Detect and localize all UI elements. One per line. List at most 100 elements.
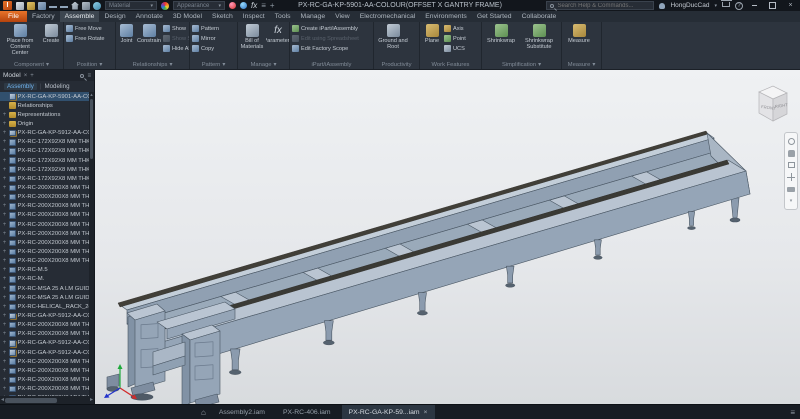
tree-item[interactable]: + PX-RC-MSA 25 A LM GUIDE FOR G [0, 284, 89, 293]
shrinkwrap-button[interactable]: Shrinkwrap [484, 24, 518, 44]
get-started[interactable]: Get Started [472, 11, 517, 22]
expand-icon[interactable]: + [2, 350, 7, 356]
sketch[interactable]: Sketch [207, 11, 238, 22]
free-move-button[interactable]: Free Move [66, 24, 105, 33]
tree-item[interactable]: + Representations [0, 110, 89, 119]
expand-icon[interactable]: + [2, 368, 7, 374]
expand-icon[interactable]: + [2, 148, 7, 154]
new-document-icon[interactable] [16, 2, 24, 10]
expand-icon[interactable]: + [2, 130, 7, 136]
view-assembly[interactable]: Assembly [4, 83, 37, 90]
place-from-content-center-button[interactable]: Place from Content Center [2, 24, 38, 56]
view-modeling[interactable]: Modeling [44, 83, 69, 90]
tree-item[interactable]: + PX-RC-M. [0, 275, 89, 284]
tree-item[interactable]: + PX-RC-200X200X8 MM THK SQ PIP [0, 321, 89, 330]
tree-item[interactable]: Relationships [0, 101, 89, 110]
minimize-button[interactable] [748, 0, 761, 11]
expand-icon[interactable]: + [2, 386, 7, 392]
design[interactable]: Design [99, 11, 130, 22]
panel-label-work-features[interactable]: Work Features [420, 60, 481, 69]
appearance-swatch-red-icon[interactable] [229, 2, 236, 9]
expand-icon[interactable]: + [2, 212, 7, 218]
expand-icon[interactable]: + [2, 240, 7, 246]
file[interactable]: File [0, 11, 27, 22]
tree-item[interactable]: + PX-RC-200X200X8 MM THK SQ PIP [0, 220, 89, 229]
copy-button[interactable]: Copy [192, 44, 219, 53]
navbar-more-icon[interactable]: ▾ [787, 197, 795, 205]
gantry-frame-model[interactable] [95, 70, 800, 404]
tree-item[interactable]: + PX-RC-GA-KP-5912-AA-COLOUR( [0, 311, 89, 320]
inventor-logo-icon[interactable]: I [3, 1, 12, 10]
chevron-down-icon[interactable]: ▾ [714, 3, 717, 9]
restore-button[interactable] [766, 0, 779, 11]
parameters-fx-icon[interactable]: fx [251, 2, 257, 10]
expand-icon[interactable]: + [2, 167, 7, 173]
tree-item[interactable]: + PX-RC-200X200X8 MM THK SQ PIP [0, 229, 89, 238]
tree-item[interactable]: + PX-RC-172X92X8 MM THK SQ PIPE [0, 147, 89, 156]
content-center-icon[interactable] [93, 2, 101, 10]
expand-icon[interactable]: + [2, 121, 7, 127]
expand-icon[interactable]: + [2, 313, 7, 319]
expand-icon[interactable]: + [2, 203, 7, 209]
expand-icon[interactable]: + [2, 267, 7, 273]
tree-item[interactable]: + PX-RC-GA-KP-5912-AA-COLOUR( [0, 339, 89, 348]
tree-item[interactable]: + PX-RC-200X200X8 MM THK SQ PIP [0, 193, 89, 202]
browser-tab-model[interactable]: Model [3, 72, 21, 79]
material-dropdown[interactable]: Material ▾ [105, 1, 157, 10]
expand-icon[interactable]: + [2, 304, 7, 310]
tree-item[interactable]: + PX-RC-200X200X8 MM THK SQ PIP [0, 330, 89, 339]
plane-button[interactable]: Plane [422, 24, 442, 44]
ucs-button[interactable]: UCS [444, 44, 466, 53]
browser-search-icon[interactable] [80, 74, 84, 78]
tree-item[interactable]: + PX-RC-200X200X8 MM THK SQ PIP [0, 238, 89, 247]
scroll-right-icon[interactable]: ▸ [90, 396, 93, 404]
open-folder-icon[interactable] [27, 2, 35, 10]
panel-label-component[interactable]: Component▾ [0, 60, 63, 69]
appearance-swatch-blue-icon[interactable] [240, 2, 247, 9]
parameters-button[interactable]: fx Parameters [266, 24, 289, 44]
app-store-cart-icon[interactable] [722, 2, 730, 7]
tree-item[interactable]: + PX-RC-200X200X8 MM THK SQ PIP [0, 211, 89, 220]
expand-icon[interactable]: + [2, 295, 7, 301]
expand-icon[interactable]: + [2, 112, 7, 118]
save-icon[interactable] [38, 2, 46, 10]
scroll-thumb[interactable] [5, 398, 57, 403]
navigation-wheel-icon[interactable] [787, 137, 795, 145]
expand-icon[interactable]: + [2, 322, 7, 328]
scroll-thumb[interactable] [90, 99, 93, 159]
expand-icon[interactable]: + [2, 185, 7, 191]
viewport[interactable]: FRONT RIGHT ▾ [95, 70, 800, 404]
panel-label-ipart-iassembly[interactable]: iPart/iAssembly [290, 60, 373, 69]
create-component-button[interactable]: Create [40, 24, 62, 44]
axis-button[interactable]: Axis [444, 24, 466, 33]
scroll-left-icon[interactable]: ◂ [1, 396, 4, 404]
orbit-icon[interactable] [787, 173, 795, 181]
view[interactable]: View [330, 11, 355, 22]
panel-label-simplification[interactable]: Simplification▾ [482, 60, 561, 69]
tree-item[interactable]: + PX-RC-172X92X8 MM THK SQ PIPE [0, 156, 89, 165]
bill-of-materials-button[interactable]: Bill of Materials [240, 24, 264, 50]
browser-add-tab-icon[interactable]: + [30, 73, 34, 79]
expand-icon[interactable]: + [2, 249, 7, 255]
home-icon[interactable] [71, 2, 79, 10]
hide-all-button[interactable]: Hide All [163, 44, 189, 53]
manage[interactable]: Manage [296, 11, 331, 22]
tree-item[interactable]: + PX-RC-172X92X8 MM THK SQ PIPE [0, 174, 89, 183]
panel-label-manage[interactable]: Manage▾ [238, 60, 289, 69]
tree-item[interactable]: + PX-RC-200X200X8 MM THK SQ PIP [0, 394, 89, 396]
expand-icon[interactable]: + [2, 340, 7, 346]
tree-item[interactable]: + PX-RC-172X92X8 MM THK SQ PIPE [0, 138, 89, 147]
expand-icon[interactable]: + [2, 231, 7, 237]
zoom-window-icon[interactable] [787, 161, 795, 169]
tree-vertical-scrollbar[interactable]: ▴ [89, 92, 94, 396]
expand-icon[interactable]: + [2, 258, 7, 264]
shrinkwrap-substitute-button[interactable]: Shrinkwrap Substitute [520, 24, 558, 50]
collaborate[interactable]: Collaborate [517, 11, 562, 22]
expand-icon[interactable]: + [2, 359, 7, 365]
tree-item[interactable]: + PX-RC-200X200X8 MM THK SQ PIP [0, 183, 89, 192]
user-avatar[interactable] [659, 3, 665, 9]
tree-item[interactable]: + Origin [0, 119, 89, 128]
search-input[interactable] [557, 3, 650, 9]
expand-icon[interactable]: + [2, 176, 7, 182]
expand-icon[interactable]: + [2, 286, 7, 292]
